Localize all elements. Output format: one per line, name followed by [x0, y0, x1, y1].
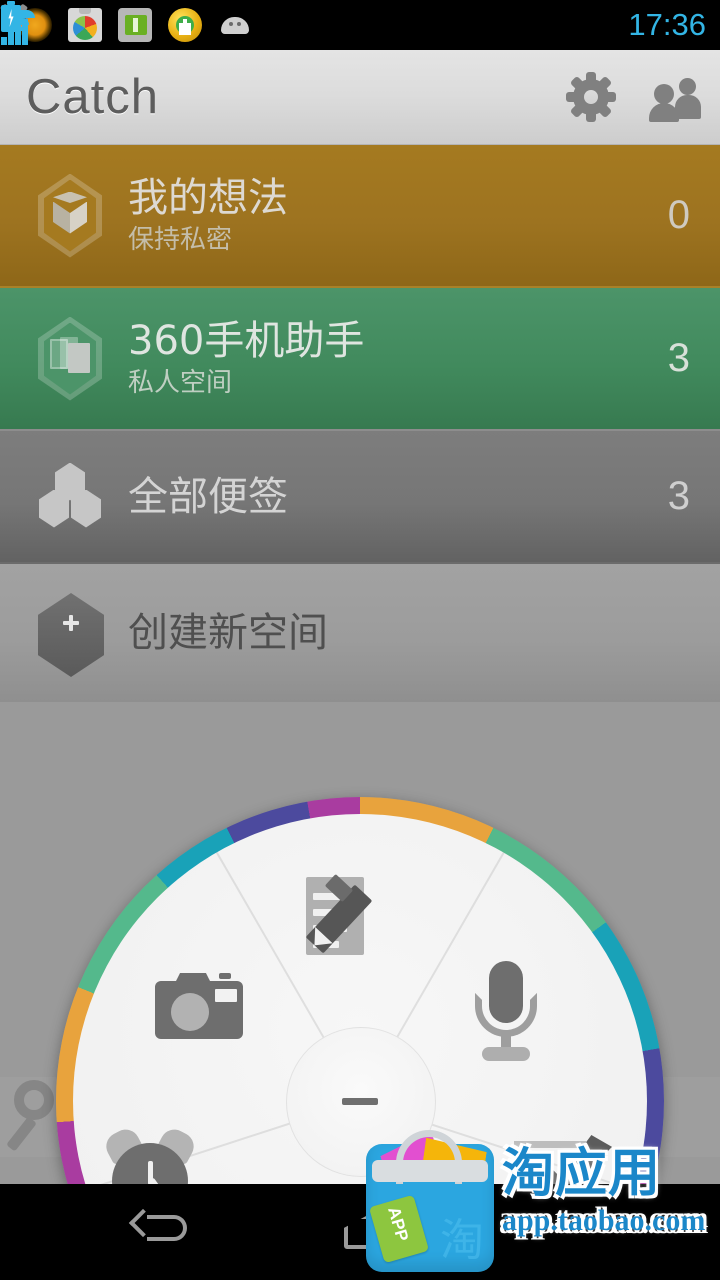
app-tag-label: APP [382, 1199, 414, 1249]
space-count: 3 [668, 474, 690, 519]
camera-icon[interactable] [151, 959, 271, 1079]
three-hexagons-icon [22, 449, 118, 545]
space-title: 360手机助手 [128, 318, 668, 364]
clipboard-app-icon [68, 8, 102, 42]
taobao-bag-icon: APP 淘 [366, 1144, 494, 1272]
app-title: Catch [26, 69, 548, 125]
android-robot-icon [218, 8, 252, 42]
plus-hexagon-icon [22, 585, 118, 681]
gear-icon [566, 72, 616, 122]
space-row-text: 360手机助手 私人空间 [128, 318, 668, 400]
taobao-watermark: APP 淘 淘应用 app.taobao.com [366, 1140, 718, 1280]
note-pencil-icon[interactable] [300, 875, 420, 995]
app-tag: APP [369, 1195, 429, 1263]
green-battery-app-icon [118, 8, 152, 42]
signal-icon [542, 8, 572, 42]
space-subtitle: 保持私密 [128, 223, 668, 257]
space-row-text: 创建新空间 [128, 610, 690, 656]
space-count: 3 [668, 336, 690, 381]
taobao-glyph: 淘 [440, 1204, 484, 1268]
space-title: 创建新空间 [128, 610, 690, 656]
settings-button[interactable] [548, 50, 634, 145]
cube-hexagon-icon [22, 168, 118, 264]
action-bar: Catch [0, 50, 720, 145]
space-count: 0 [668, 193, 690, 238]
taobao-url: app.taobao.com [502, 1204, 718, 1238]
space-row-text: 我的想法 保持私密 [128, 175, 668, 257]
pages-hexagon-icon [22, 311, 118, 407]
status-bar-clock: 17:36 [628, 8, 706, 42]
alarm-icon [450, 8, 480, 42]
space-row-360-assistant[interactable]: 360手机助手 私人空间 3 [0, 286, 720, 429]
battery-charging-icon [585, 8, 607, 42]
create-new-space-row[interactable]: 创建新空间 [0, 562, 720, 702]
space-row-my-thoughts[interactable]: 我的想法 保持私密 0 [0, 145, 720, 286]
space-row-text: 全部便签 [128, 474, 668, 520]
space-list: 我的想法 保持私密 0 360手机助手 私人空间 3 全部便签 [0, 145, 720, 702]
back-icon[interactable] [133, 1209, 193, 1255]
status-bar-notification-icons [18, 8, 450, 42]
phone-screen: 17:36 Catch 我的想法 保持私密 [0, 0, 720, 1280]
space-title: 我的想法 [128, 175, 668, 221]
wifi-icon [493, 8, 529, 42]
green-cross-app-icon [168, 8, 202, 42]
taobao-watermark-text: 淘应用 app.taobao.com [502, 1146, 718, 1238]
status-bar: 17:36 [0, 0, 720, 50]
taobao-brand-cn: 淘应用 [502, 1146, 718, 1202]
status-bar-system-icons: 17:36 [450, 8, 706, 42]
minus-dash-icon [342, 1098, 378, 1105]
people-button[interactable] [634, 50, 720, 145]
space-title: 全部便签 [128, 474, 668, 520]
people-icon [648, 72, 706, 122]
space-row-all-notes[interactable]: 全部便签 3 [0, 429, 720, 562]
space-subtitle: 私人空间 [128, 366, 668, 400]
microphone-icon[interactable] [451, 955, 571, 1075]
